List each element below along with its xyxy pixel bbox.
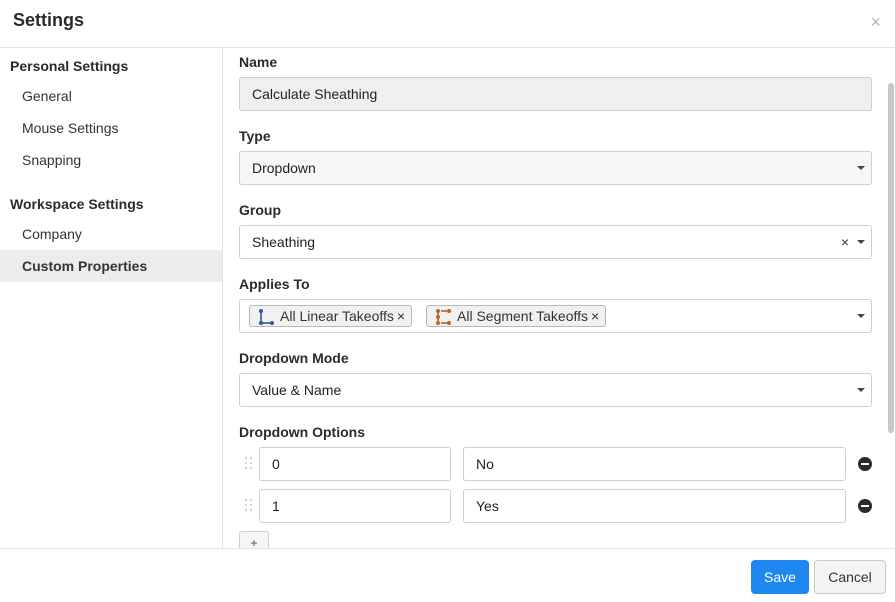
- tag-remove-icon[interactable]: ×: [397, 308, 405, 324]
- option-name: Yes: [476, 498, 499, 514]
- sidebar-item-snapping[interactable]: Snapping: [0, 144, 222, 176]
- drag-handle-icon[interactable]: [245, 499, 253, 513]
- sidebar-item-custom-properties[interactable]: Custom Properties: [0, 250, 222, 282]
- settings-sidebar: Personal Settings General Mouse Settings…: [0, 48, 223, 548]
- sidebar-item-general[interactable]: General: [0, 80, 222, 112]
- scrollbar[interactable]: [887, 48, 895, 548]
- caret-down-icon: [857, 240, 865, 244]
- group-select[interactable]: Sheathing ×: [239, 225, 872, 259]
- save-button[interactable]: Save: [751, 560, 809, 594]
- dropdown-mode-select[interactable]: Value & Name: [239, 373, 872, 407]
- dialog-footer: Save Cancel: [0, 548, 895, 602]
- cancel-button[interactable]: Cancel: [814, 560, 886, 594]
- tag-label: All Segment Takeoffs: [457, 308, 589, 324]
- section-heading-workspace: Workspace Settings: [10, 196, 144, 212]
- caret-down-icon: [857, 388, 865, 392]
- dropdown-mode-label: Dropdown Mode: [239, 350, 349, 366]
- remove-option-icon[interactable]: [858, 457, 872, 471]
- name-value: Calculate Sheathing: [252, 86, 378, 102]
- group-value: Sheathing: [252, 234, 316, 250]
- tag-remove-icon[interactable]: ×: [591, 308, 599, 324]
- type-value: Dropdown: [252, 160, 316, 176]
- applies-to-label: Applies To: [239, 276, 310, 292]
- option-value: 1: [272, 498, 280, 514]
- option-name: No: [476, 456, 494, 472]
- remove-option-icon[interactable]: [858, 499, 872, 513]
- sidebar-item-company[interactable]: Company: [0, 218, 222, 250]
- applies-to-select[interactable]: All Linear Takeoffs × All Segment Takeoff…: [239, 299, 872, 333]
- name-label: Name: [239, 54, 278, 70]
- dialog-header: Settings ×: [0, 0, 895, 48]
- tag-all-segment-takeoffs: All Segment Takeoffs ×: [426, 305, 607, 327]
- scrollbar-thumb[interactable]: [888, 83, 894, 433]
- tag-label: All Linear Takeoffs: [280, 308, 394, 324]
- sidebar-item-mouse-settings[interactable]: Mouse Settings: [0, 112, 222, 144]
- settings-form: Name Calculate Sheathing Type Dropdown G…: [224, 48, 895, 548]
- tag-all-linear-takeoffs: All Linear Takeoffs ×: [249, 305, 413, 327]
- dropdown-mode-value: Value & Name: [252, 382, 342, 398]
- type-label: Type: [239, 128, 271, 144]
- option-value: 0: [272, 456, 280, 472]
- dialog-title: Settings: [13, 10, 85, 30]
- close-icon[interactable]: ×: [870, 12, 881, 33]
- option-name-input[interactable]: No: [463, 447, 846, 481]
- drag-handle-icon[interactable]: [245, 457, 253, 471]
- option-value-input[interactable]: 1: [259, 489, 451, 523]
- group-label: Group: [239, 202, 281, 218]
- type-select[interactable]: Dropdown: [239, 151, 872, 185]
- caret-down-icon: [857, 314, 865, 318]
- section-heading-personal: Personal Settings: [10, 58, 129, 74]
- name-field[interactable]: Calculate Sheathing: [239, 77, 872, 111]
- add-option-button[interactable]: +: [239, 531, 269, 548]
- segment-takeoff-icon: [436, 309, 451, 325]
- caret-down-icon: [857, 166, 865, 170]
- dropdown-options-label: Dropdown Options: [239, 424, 365, 440]
- option-name-input[interactable]: Yes: [463, 489, 846, 523]
- clear-icon[interactable]: ×: [841, 226, 849, 258]
- linear-takeoff-icon: [259, 309, 274, 325]
- option-value-input[interactable]: 0: [259, 447, 451, 481]
